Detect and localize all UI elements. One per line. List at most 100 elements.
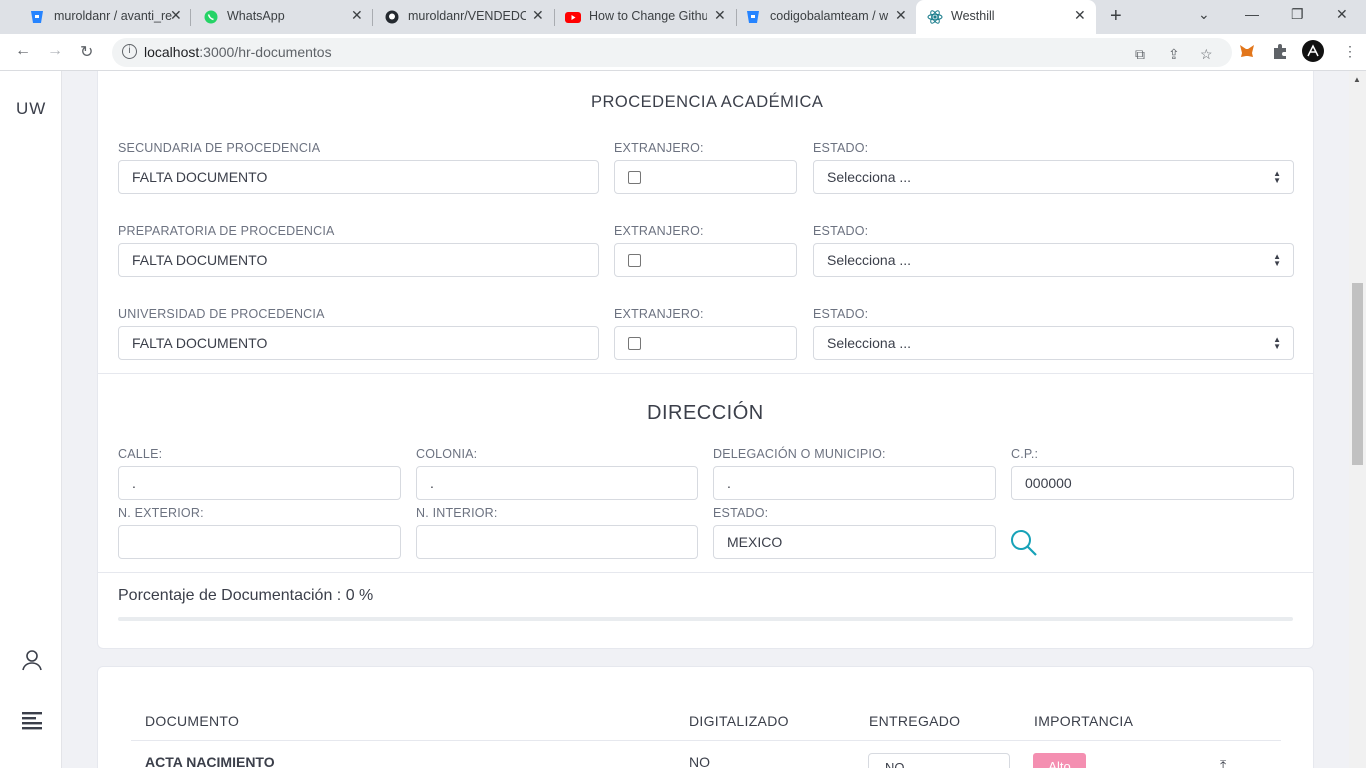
interior-input[interactable] — [416, 525, 698, 559]
brand-logo: UW — [16, 99, 47, 118]
back-icon[interactable]: ← — [15, 42, 31, 60]
tab-label: Westhill — [951, 9, 995, 23]
scroll-up-icon[interactable]: ▲ — [1353, 75, 1361, 84]
browser-tab-2[interactable]: WhatsApp ✕ — [190, 0, 372, 34]
url-input[interactable]: i localhost:3000/hr-documentos ⧉ ⇪ ☆ — [112, 38, 1232, 67]
user-icon[interactable] — [20, 648, 44, 672]
extranjero-label: EXTRANJERO: — [614, 307, 704, 321]
header-digitalizado: DIGITALIZADO — [689, 713, 789, 729]
url-text: localhost:3000/hr-documentos — [144, 44, 332, 60]
table-header-divider — [131, 740, 1281, 741]
direccion-title: DIRECCIÓN — [647, 402, 764, 424]
close-icon[interactable]: ✕ — [351, 7, 363, 24]
preparatoria-input[interactable]: FALTA DOCUMENTO — [118, 243, 599, 277]
react-icon — [927, 10, 943, 24]
browser-menu-icon[interactable]: ⋮ — [1343, 43, 1357, 60]
close-icon[interactable]: ✕ — [532, 7, 544, 24]
calle-input[interactable]: . — [118, 466, 401, 500]
documento-cell: ACTA NACIMIENTO — [145, 754, 275, 768]
github-icon — [385, 10, 399, 24]
secundaria-input[interactable]: FALTA DOCUMENTO — [118, 160, 599, 194]
forward-icon[interactable]: → — [47, 42, 63, 60]
extranjero-label: EXTRANJERO: — [614, 141, 704, 155]
close-icon[interactable]: ✕ — [170, 7, 182, 24]
cp-input[interactable]: 000000 — [1011, 466, 1294, 500]
estado-select-value: Selecciona ... — [827, 335, 912, 351]
close-window-icon[interactable]: ✕ — [1336, 6, 1348, 23]
extranjero-field — [614, 243, 797, 277]
whatsapp-icon — [204, 10, 218, 24]
direccion-estado-label: ESTADO: — [713, 506, 769, 520]
browser-tab-1[interactable]: muroldanr / avanti_re ✕ — [8, 0, 190, 34]
select-arrows-icon: ▲ ▼ — [1273, 335, 1281, 351]
extranjero-label: EXTRANJERO: — [614, 224, 704, 238]
estado-label: ESTADO: — [813, 307, 869, 321]
digitalizado-cell: NO — [689, 754, 710, 768]
exterior-input[interactable] — [118, 525, 401, 559]
reload-icon[interactable]: ↻ — [80, 42, 93, 62]
extranjero-checkbox[interactable] — [628, 337, 641, 350]
bitbucket-icon — [747, 11, 759, 23]
header-importancia: IMPORTANCIA — [1034, 713, 1134, 729]
tab-search-icon[interactable]: ⌄ — [1198, 6, 1210, 23]
metamask-icon[interactable] — [1238, 42, 1256, 60]
estado-select-value: Selecciona ... — [827, 252, 912, 268]
close-icon[interactable]: ✕ — [895, 7, 907, 24]
menu-icon[interactable] — [20, 708, 44, 732]
colonia-input[interactable]: . — [416, 466, 698, 500]
importancia-badge: Alto — [1033, 753, 1086, 768]
site-info-icon[interactable]: i — [122, 44, 137, 59]
profile-avatar-icon[interactable] — [1302, 40, 1324, 62]
entregado-select-value: NO — [885, 760, 905, 768]
entregado-select[interactable]: NO — [868, 753, 1010, 768]
interior-label: N. INTERIOR: — [416, 506, 498, 520]
minimize-icon[interactable]: — — [1245, 6, 1259, 22]
bitbucket-icon — [31, 11, 43, 23]
estado-select[interactable]: Selecciona ... ▲ ▼ — [813, 243, 1294, 277]
extranjero-field — [614, 326, 797, 360]
universidad-label: UNIVERSIDAD DE PROCEDENCIA — [118, 307, 325, 321]
translate-icon[interactable]: ⧉ — [1135, 46, 1145, 63]
direccion-estado-input[interactable]: MEXICO — [713, 525, 996, 559]
close-icon[interactable]: ✕ — [714, 7, 726, 24]
share-icon[interactable]: ⇪ — [1168, 46, 1180, 63]
select-arrows-icon: ▲ ▼ — [1273, 252, 1281, 268]
url-host: localhost — [144, 44, 200, 60]
tab-label: How to Change Githu — [589, 9, 707, 23]
extranjero-checkbox[interactable] — [628, 254, 641, 267]
bookmark-star-icon[interactable]: ☆ — [1200, 46, 1213, 63]
browser-tab-bar: muroldanr / avanti_re ✕ WhatsApp ✕ murol… — [0, 0, 1366, 34]
tab-label: WhatsApp — [227, 9, 285, 23]
search-icon[interactable] — [1010, 529, 1038, 557]
browser-tab-4[interactable]: How to Change Githu ✕ — [554, 0, 736, 34]
secundaria-label: SECUNDARIA DE PROCEDENCIA — [118, 141, 321, 155]
close-icon[interactable]: ✕ — [1074, 7, 1086, 24]
restore-icon[interactable]: ❐ — [1291, 6, 1304, 23]
extranjero-field — [614, 160, 797, 194]
estado-label: ESTADO: — [813, 224, 869, 238]
extranjero-checkbox[interactable] — [628, 171, 641, 184]
estado-label: ESTADO: — [813, 141, 869, 155]
documentos-table-card: DOCUMENTO DIGITALIZADO ENTREGADO IMPORTA… — [97, 666, 1314, 768]
url-path: :3000/hr-documentos — [199, 44, 332, 60]
municipio-input[interactable]: . — [713, 466, 996, 500]
section-divider — [98, 572, 1313, 573]
browser-tab-6[interactable]: Westhill ✕ — [916, 0, 1096, 34]
estado-select[interactable]: Selecciona ... ▲ ▼ — [813, 160, 1294, 194]
new-tab-icon[interactable]: + — [1110, 5, 1122, 28]
cp-label: C.P.: — [1011, 447, 1039, 461]
select-arrows-icon: ▲ ▼ — [1273, 169, 1281, 185]
universidad-input[interactable]: FALTA DOCUMENTO — [118, 326, 599, 360]
browser-tab-5[interactable]: codigobalamteam / w ✕ — [736, 0, 916, 34]
estado-select[interactable]: Selecciona ... ▲ ▼ — [813, 326, 1294, 360]
hr-documentos-card: PROCEDENCIA ACADÉMICA SECUNDARIA DE PROC… — [97, 71, 1314, 649]
scrollbar-thumb[interactable] — [1352, 283, 1363, 465]
browser-tab-3[interactable]: muroldanr/VENDEDO ✕ — [372, 0, 554, 34]
colonia-label: COLONIA: — [416, 447, 478, 461]
header-documento: DOCUMENTO — [145, 713, 240, 729]
tab-label: codigobalamteam / w — [770, 9, 889, 23]
upload-icon[interactable]: ⤒ — [1220, 757, 1226, 768]
address-bar: ← → ↻ i localhost:3000/hr-documentos ⧉ ⇪… — [0, 34, 1366, 71]
extensions-puzzle-icon[interactable] — [1271, 42, 1289, 60]
tab-label: muroldanr/VENDEDO — [408, 9, 526, 23]
